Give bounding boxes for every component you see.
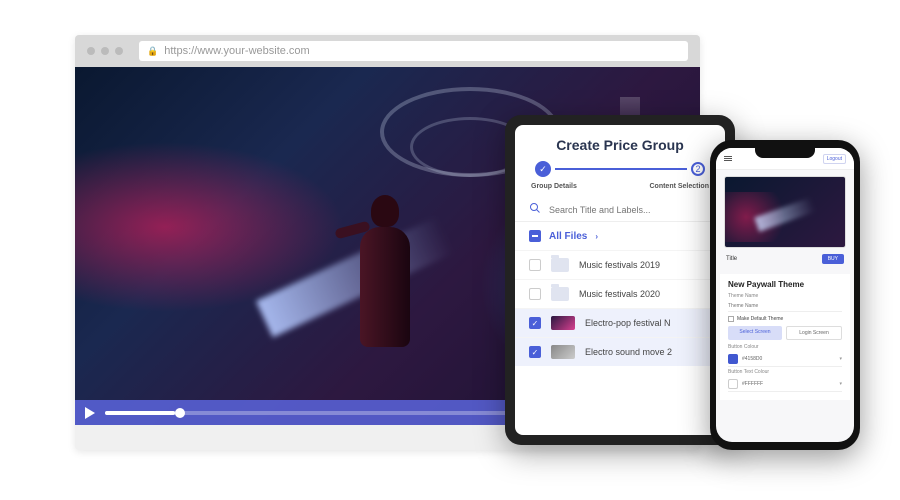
- checkbox-icon[interactable]: [529, 288, 541, 300]
- step-2-label: Content Selection: [649, 183, 709, 190]
- video-meta-row: Title BUY: [716, 254, 854, 270]
- checkbox-checked-icon[interactable]: ✓: [529, 317, 541, 329]
- progress-fill: [105, 411, 175, 415]
- logout-button[interactable]: Logout: [823, 154, 846, 164]
- page-title: Create Price Group: [515, 125, 725, 161]
- window-dot: [87, 47, 95, 55]
- select-all-checkbox-icon[interactable]: [529, 230, 541, 242]
- window-dot: [115, 47, 123, 55]
- screen-tabs: Select Screen Login Screen: [728, 326, 842, 340]
- checkbox-icon[interactable]: [529, 259, 541, 271]
- step-2-active[interactable]: 2: [691, 162, 705, 176]
- theme-name-input[interactable]: [728, 301, 842, 312]
- search-input[interactable]: [549, 205, 711, 215]
- buy-button[interactable]: BUY: [822, 254, 844, 264]
- button-colour-label: Button Colour: [728, 344, 842, 350]
- list-item[interactable]: Music festivals 2020: [515, 279, 725, 308]
- theme-name-label: Theme Name: [728, 293, 842, 299]
- button-text-colour-label: Button Text Colour: [728, 369, 842, 375]
- paywall-theme-section: New Paywall Theme Theme Name Make Defaul…: [720, 274, 850, 400]
- hex-value: #4158D0: [742, 356, 835, 362]
- url-bar[interactable]: 🔒 https://www.your-website.com: [139, 41, 688, 61]
- play-icon[interactable]: [85, 407, 95, 419]
- all-files-label: All Files: [549, 231, 587, 242]
- folder-icon: [551, 287, 569, 301]
- list-item[interactable]: Music festivals 2019: [515, 250, 725, 279]
- file-label: Electro sound move 2: [585, 347, 672, 357]
- section-title: New Paywall Theme: [728, 280, 842, 289]
- chevron-down-icon: ▾: [839, 356, 842, 362]
- video-title: Title: [726, 256, 737, 262]
- folder-icon: [551, 258, 569, 272]
- browser-chrome-bar: 🔒 https://www.your-website.com: [75, 35, 700, 67]
- colour-swatch-icon: [728, 354, 738, 364]
- video-thumbnail: [551, 316, 575, 330]
- step-labels: Group Details Content Selection: [515, 183, 725, 198]
- list-item[interactable]: ✓ Electro-pop festival N: [515, 308, 725, 337]
- button-colour-picker[interactable]: #4158D0 ▾: [728, 352, 842, 367]
- step-1-label: Group Details: [531, 183, 577, 190]
- list-item[interactable]: ✓ Electro sound move 2: [515, 337, 725, 366]
- search-row: [515, 198, 725, 222]
- file-label: Electro-pop festival N: [585, 318, 671, 328]
- video-preview[interactable]: [724, 176, 846, 248]
- file-label: Music festivals 2019: [579, 260, 660, 270]
- tablet-screen: Create Price Group ✓ 2 Group Details Con…: [515, 125, 725, 435]
- phone-device: Logout Title BUY New Paywall Theme Theme…: [710, 140, 860, 450]
- all-files-header[interactable]: All Files ›: [515, 222, 725, 250]
- menu-icon[interactable]: [724, 156, 732, 161]
- make-default-row[interactable]: Make Default Theme: [728, 316, 842, 322]
- search-icon[interactable]: [529, 202, 541, 217]
- button-text-colour-picker[interactable]: #FFFFFF ▾: [728, 377, 842, 392]
- tablet-device: Create Price Group ✓ 2 Group Details Con…: [505, 115, 735, 445]
- tab-login-screen[interactable]: Login Screen: [786, 326, 842, 340]
- file-label: Music festivals 2020: [579, 289, 660, 299]
- step-connector: [555, 168, 687, 170]
- window-dot: [101, 47, 109, 55]
- chevron-right-icon: ›: [595, 232, 598, 241]
- phone-notch: [755, 146, 815, 158]
- lock-icon: 🔒: [147, 46, 158, 57]
- performer-silhouette: [345, 167, 425, 347]
- checkbox-icon[interactable]: [728, 316, 734, 322]
- make-default-label: Make Default Theme: [737, 316, 783, 322]
- video-thumbnail: [551, 345, 575, 359]
- checkbox-checked-icon[interactable]: ✓: [529, 346, 541, 358]
- colour-swatch-icon: [728, 379, 738, 389]
- url-text: https://www.your-website.com: [164, 45, 310, 57]
- chevron-down-icon: ▾: [839, 381, 842, 387]
- progress-handle[interactable]: [175, 408, 185, 418]
- phone-screen: Logout Title BUY New Paywall Theme Theme…: [716, 148, 854, 442]
- tab-select-screen[interactable]: Select Screen: [728, 326, 782, 340]
- stepper: ✓ 2: [515, 161, 725, 183]
- step-1-done-icon[interactable]: ✓: [535, 161, 551, 177]
- hex-value: #FFFFFF: [742, 381, 835, 387]
